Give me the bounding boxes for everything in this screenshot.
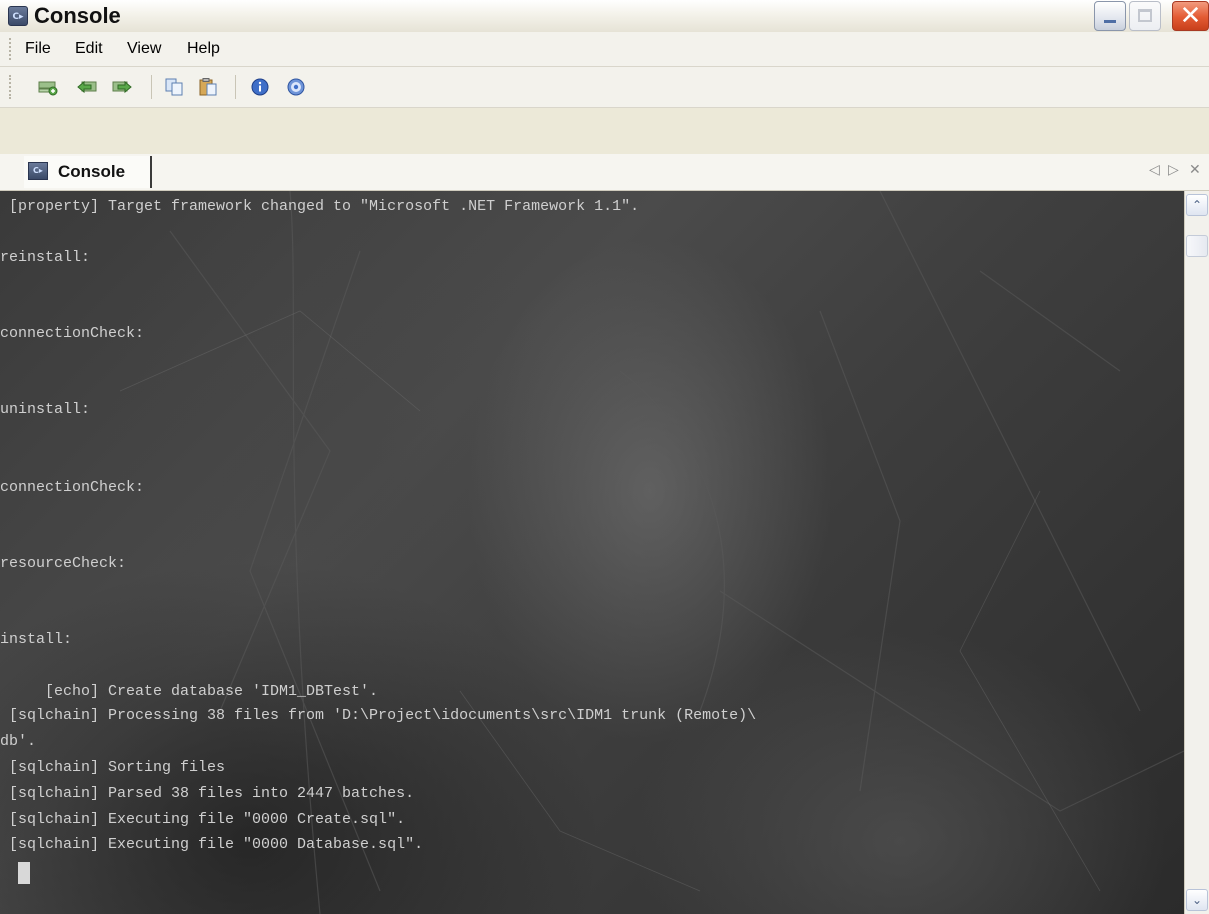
toolbar-separator bbox=[235, 75, 236, 99]
console-tab-icon: C▸ bbox=[28, 162, 48, 180]
close-icon: ✕ bbox=[1179, 1, 1202, 31]
menu-bar: File Edit View Help bbox=[0, 32, 1209, 67]
console-line: [sqlchain] Parsed 38 files into 2447 bat… bbox=[0, 785, 415, 802]
back-icon[interactable] bbox=[77, 78, 97, 96]
tab-close-icon[interactable]: ✕ bbox=[1189, 162, 1201, 178]
text-cursor bbox=[18, 862, 30, 884]
console-line: reinstall: bbox=[0, 249, 91, 266]
console-line: [sqlchain] Sorting files bbox=[0, 759, 226, 776]
window-title: Console bbox=[34, 3, 121, 28]
title-bar[interactable]: C▸ Console ✕ bbox=[0, 0, 1209, 33]
chevron-down-icon: ⌄ bbox=[1191, 893, 1203, 907]
scroll-thumb[interactable] bbox=[1186, 235, 1208, 257]
console-text: [property] Target framework changed to "… bbox=[0, 191, 1184, 914]
menu-edit[interactable]: Edit bbox=[75, 40, 103, 58]
tab-console[interactable]: C▸ Console bbox=[24, 156, 152, 188]
info-icon[interactable] bbox=[250, 78, 270, 96]
maximize-button[interactable] bbox=[1129, 1, 1161, 31]
new-console-icon[interactable] bbox=[38, 78, 58, 96]
console-line: connectionCheck: bbox=[0, 479, 145, 496]
console-window: C▸ Console ✕ File Edit View Help C▸ Cons… bbox=[0, 0, 1209, 914]
help-icon[interactable] bbox=[286, 78, 306, 96]
close-button[interactable]: ✕ bbox=[1172, 1, 1209, 31]
menu-view[interactable]: View bbox=[127, 40, 161, 58]
menu-file[interactable]: File bbox=[25, 40, 51, 58]
toolbar bbox=[0, 67, 1209, 108]
console-line: connectionCheck: bbox=[0, 325, 145, 342]
toolbar-grip[interactable] bbox=[9, 75, 13, 99]
console-line: resourceCheck: bbox=[0, 555, 127, 572]
console-line: install: bbox=[0, 631, 73, 648]
tab-console-label: Console bbox=[58, 162, 126, 181]
scroll-down-button[interactable]: ⌄ bbox=[1186, 889, 1208, 911]
paste-icon[interactable] bbox=[198, 78, 218, 96]
vertical-scrollbar[interactable]: ⌃ ⌄ bbox=[1184, 191, 1209, 914]
console-line: uninstall: bbox=[0, 401, 91, 418]
toolbar-separator bbox=[151, 75, 152, 99]
tab-strip: C▸ Console ◁ ▷ ✕ bbox=[0, 154, 1209, 191]
scroll-up-button[interactable]: ⌃ bbox=[1186, 194, 1208, 216]
forward-icon[interactable] bbox=[112, 78, 132, 96]
minimize-button[interactable] bbox=[1094, 1, 1126, 31]
console-line: [sqlchain] Executing file "0000 Database… bbox=[0, 836, 424, 853]
console-line: [property] Target framework changed to "… bbox=[0, 198, 640, 215]
chevron-up-icon: ⌃ bbox=[1191, 198, 1203, 212]
console-output[interactable]: [property] Target framework changed to "… bbox=[0, 191, 1184, 914]
console-line: [sqlchain] Executing file "0000 Create.s… bbox=[0, 811, 406, 828]
copy-icon[interactable] bbox=[164, 78, 184, 96]
tab-scroll-left-icon[interactable]: ◁ bbox=[1149, 162, 1160, 178]
menu-bar-grip[interactable] bbox=[9, 38, 13, 60]
maximize-icon bbox=[1138, 9, 1152, 22]
console-line: db'. bbox=[0, 733, 37, 750]
console-line: [sqlchain] Processing 38 files from 'D:\… bbox=[0, 707, 757, 724]
menu-help[interactable]: Help bbox=[187, 40, 220, 58]
console-app-icon: C▸ bbox=[8, 6, 28, 26]
minimize-icon bbox=[1104, 20, 1116, 23]
tab-scroll-right-icon[interactable]: ▷ bbox=[1168, 162, 1179, 178]
console-line: [echo] Create database 'IDM1_DBTest'. bbox=[0, 683, 379, 700]
